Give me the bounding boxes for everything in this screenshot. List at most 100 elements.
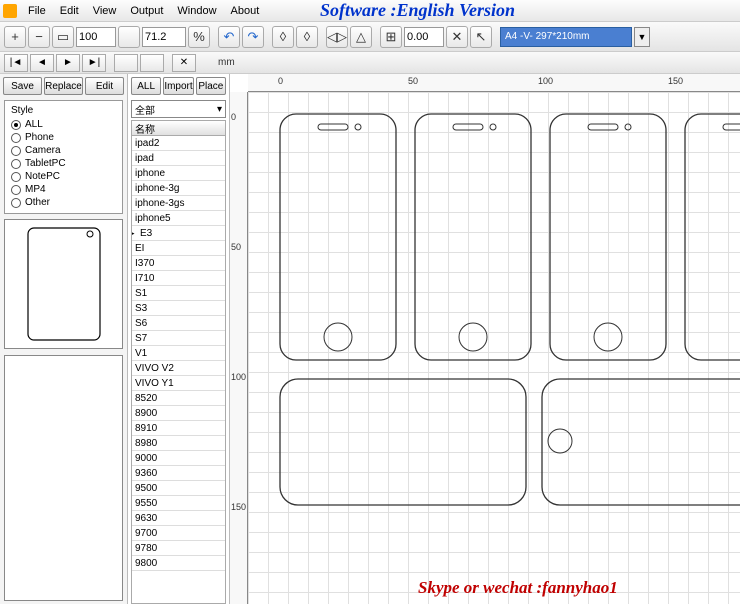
- list-item[interactable]: 9800: [132, 556, 225, 571]
- list-item[interactable]: 9000: [132, 451, 225, 466]
- import-button[interactable]: Import: [163, 77, 193, 95]
- nav-extra3[interactable]: ✕: [172, 54, 196, 72]
- canvas-area: 050100150 050100150200 Skype or wechat :…: [230, 74, 740, 604]
- category-dropdown[interactable]: 全部 ▾: [131, 100, 226, 118]
- list-item[interactable]: 8520: [132, 391, 225, 406]
- menu-output[interactable]: Output: [123, 3, 170, 19]
- scale-toggle-button[interactable]: %: [188, 26, 210, 48]
- list-item[interactable]: I710: [132, 271, 225, 286]
- style-group: Style ALL Phone Camera TabletPC NotePC M…: [4, 100, 123, 214]
- edit-button[interactable]: Edit: [85, 77, 124, 95]
- first-button[interactable]: |◄: [4, 54, 28, 72]
- shape1-button[interactable]: ◊: [272, 26, 294, 48]
- style-radio-camera[interactable]: Camera: [11, 144, 116, 157]
- undo-button[interactable]: ↶: [218, 26, 240, 48]
- list-item[interactable]: 9550: [132, 496, 225, 511]
- fit-page-button[interactable]: ▭: [52, 26, 74, 48]
- list-item[interactable]: iphone-3gs: [132, 196, 225, 211]
- list-item[interactable]: 8900: [132, 406, 225, 421]
- list-item[interactable]: VIVO V2: [132, 361, 225, 376]
- list-item[interactable]: 9780: [132, 541, 225, 556]
- list-item[interactable]: iphone5: [132, 211, 225, 226]
- list-item[interactable]: EI: [132, 241, 225, 256]
- radio-icon: [11, 133, 21, 143]
- nav-extra1[interactable]: [114, 54, 138, 72]
- main-area: Save Replace Edit Style ALL Phone Camera…: [0, 74, 740, 604]
- measure-button[interactable]: ✕: [446, 26, 468, 48]
- style-label: Phone: [25, 132, 54, 143]
- menu-view[interactable]: View: [86, 3, 124, 19]
- mirror-v-button[interactable]: △: [350, 26, 372, 48]
- last-button[interactable]: ►|: [82, 54, 106, 72]
- style-label: Camera: [25, 145, 61, 156]
- list-item[interactable]: S6: [132, 316, 225, 331]
- list-item[interactable]: iphone-3g: [132, 181, 225, 196]
- horizontal-ruler: 050100150: [248, 74, 740, 92]
- save-button[interactable]: Save: [3, 77, 42, 95]
- menu-edit[interactable]: Edit: [53, 3, 86, 19]
- scale-input[interactable]: 71.2: [142, 27, 186, 47]
- replace-button[interactable]: Replace: [44, 77, 83, 95]
- list-item[interactable]: V1: [132, 346, 225, 361]
- blank-button[interactable]: [118, 26, 140, 48]
- menu-file[interactable]: File: [21, 3, 53, 19]
- template-list[interactable]: ipad2ipadiphoneiphone-3giphone-3gsiphone…: [131, 136, 226, 604]
- style-label: ALL: [25, 119, 43, 130]
- list-item[interactable]: ipad2: [132, 136, 225, 151]
- grid-button[interactable]: ⊞: [380, 26, 402, 48]
- phone-back-outline[interactable]: [540, 377, 740, 507]
- radio-icon: [11, 198, 21, 208]
- all-button[interactable]: ALL: [131, 77, 161, 95]
- mirror-h-button[interactable]: ◁▷: [326, 26, 348, 48]
- main-toolbar: + − ▭ 100 71.2 % ↶ ↷ ◊ ◊ ◁▷ △ ⊞ 0.00 ✕ ↖…: [0, 22, 740, 52]
- coord-input[interactable]: 0.00: [404, 27, 444, 47]
- style-radio-mp4[interactable]: MP4: [11, 183, 116, 196]
- phone-outline[interactable]: [548, 112, 668, 362]
- nav-extra2[interactable]: [140, 54, 164, 72]
- list-item[interactable]: ipad: [132, 151, 225, 166]
- redo-button[interactable]: ↷: [242, 26, 264, 48]
- style-radio-other[interactable]: Other: [11, 196, 116, 209]
- list-item[interactable]: VIVO Y1: [132, 376, 225, 391]
- phone-back-outline[interactable]: [278, 377, 528, 507]
- list-item[interactable]: 9360: [132, 466, 225, 481]
- chevron-down-icon: ▾: [217, 104, 222, 115]
- list-item[interactable]: S3: [132, 301, 225, 316]
- zoom-input[interactable]: 100: [76, 27, 116, 47]
- menu-bar: File Edit View Output Window About Softw…: [0, 0, 740, 22]
- list-item[interactable]: E3: [132, 226, 225, 241]
- zoom-in-button[interactable]: +: [4, 26, 26, 48]
- list-item[interactable]: 9630: [132, 511, 225, 526]
- style-radio-all[interactable]: ALL: [11, 118, 116, 131]
- template-panel: ALL Import Place 全部▾ 名称 ipad2ipadiphonei…: [128, 74, 230, 604]
- drawing-canvas[interactable]: Skype or wechat :fannyhao1: [248, 92, 740, 604]
- phone-outline[interactable]: [278, 112, 398, 362]
- list-item[interactable]: 8980: [132, 436, 225, 451]
- list-item[interactable]: 9500: [132, 481, 225, 496]
- paper-size-dropdown-arrow[interactable]: ▼: [634, 27, 650, 47]
- style-radio-tabletpc[interactable]: TabletPC: [11, 157, 116, 170]
- next-button[interactable]: ►: [56, 54, 80, 72]
- style-radio-phone[interactable]: Phone: [11, 131, 116, 144]
- list-item[interactable]: I370: [132, 256, 225, 271]
- prev-button[interactable]: ◄: [30, 54, 54, 72]
- phone-outline[interactable]: [413, 112, 533, 362]
- shape2-button[interactable]: ◊: [296, 26, 318, 48]
- list-item[interactable]: 8910: [132, 421, 225, 436]
- place-button[interactable]: Place: [196, 77, 226, 95]
- paper-size-select[interactable]: A4 -V- 297*210mm: [500, 27, 632, 47]
- pointer-button[interactable]: ↖: [470, 26, 492, 48]
- menu-about[interactable]: About: [224, 3, 267, 19]
- list-item[interactable]: S1: [132, 286, 225, 301]
- list-header: 名称: [131, 120, 226, 136]
- phone-outline-partial[interactable]: [683, 112, 740, 362]
- list-item[interactable]: iphone: [132, 166, 225, 181]
- nav-toolbar: |◄ ◄ ► ►| ✕ mm: [0, 52, 740, 74]
- zoom-out-button[interactable]: −: [28, 26, 50, 48]
- menu-window[interactable]: Window: [170, 3, 223, 19]
- dropdown-value: 全部: [135, 102, 155, 117]
- style-radio-notepc[interactable]: NotePC: [11, 170, 116, 183]
- list-item[interactable]: S7: [132, 331, 225, 346]
- mid-button-row: ALL Import Place: [128, 74, 229, 98]
- list-item[interactable]: 9700: [132, 526, 225, 541]
